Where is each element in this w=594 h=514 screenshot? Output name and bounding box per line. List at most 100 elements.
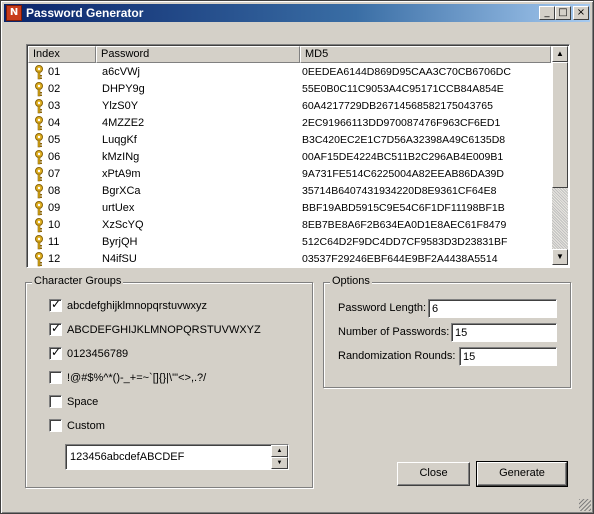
cell-password: N4ifSU <box>102 253 137 265</box>
table-row[interactable]: 01 a6cVWj 0EEDEA6144D869D95CAA3C70CB6706DC <box>28 64 551 81</box>
cell-index: 06 <box>48 151 61 163</box>
cell-password: ByrjQH <box>102 236 138 248</box>
cell-password: 4MZZE2 <box>102 117 145 129</box>
cell-md5: BBF19ABD5915C9E54C6F1DF11198BF1B <box>302 202 505 214</box>
app-logo-icon: N <box>6 5 22 21</box>
cell-md5: 8EB7BE8A6F2B634EA0D1E8AEC61F8479 <box>302 219 507 231</box>
checkbox-label: abcdefghijklmnopqrstuvwxyz <box>67 300 208 312</box>
cell-md5: 60A4217729DB26714568582175043765 <box>302 100 493 112</box>
scroll-down-button[interactable]: ▼ <box>552 249 568 265</box>
cell-password: XzScYQ <box>102 219 144 231</box>
generate-button[interactable]: Generate <box>476 461 568 487</box>
scroll-up-button[interactable]: ▲ <box>552 46 568 62</box>
table-row[interactable]: 09 urtUex BBF19ABD5915C9E54C6F1DF11198BF1B <box>28 200 551 217</box>
randomization-rounds-input[interactable]: 15 <box>459 347 557 366</box>
cell-index: 11 <box>48 236 60 248</box>
checkbox-label: Space <box>67 396 99 408</box>
checkbox-label: Custom <box>67 420 105 432</box>
column-header-md5[interactable]: MD5 <box>300 46 551 63</box>
cell-md5: 2EC91966113DD970087476F963CF6ED1 <box>302 117 501 129</box>
table-row[interactable]: 07 xPtA9m 9A731FE514C6225004A82EEAB86DA39D <box>28 166 551 183</box>
close-button[interactable]: Close <box>397 462 470 486</box>
cell-password: BgrXCa <box>102 185 141 197</box>
scroll-track[interactable] <box>552 188 568 249</box>
cell-index: 08 <box>48 185 61 197</box>
cell-password: a6cVWj <box>102 66 140 78</box>
table-row[interactable]: 03 YlzS0Y 60A4217729DB26714568582175043765 <box>28 98 551 115</box>
password-generator-window: N Password Generator _ □ × Index Passwor… <box>0 0 594 514</box>
check-mark-icon: ✓ <box>51 321 62 335</box>
cell-md5: 9A731FE514C6225004A82EEAB86DA39D <box>302 168 504 180</box>
key-icon <box>35 218 43 233</box>
cell-password: DHPY9g <box>102 83 145 95</box>
table-row[interactable]: 06 kMzINg 00AF15DE4224BC511B2C296AB4E009B1 <box>28 149 551 166</box>
spin-up-button[interactable]: ▲ <box>271 445 288 457</box>
cell-password: YlzS0Y <box>102 100 139 112</box>
maximize-button[interactable]: □ <box>555 6 571 20</box>
cell-index: 10 <box>48 219 61 231</box>
table-row[interactable]: 10 XzScYQ 8EB7BE8A6F2B634EA0D1E8AEC61F8479 <box>28 217 551 234</box>
number-of-passwords-input[interactable]: 15 <box>451 323 557 342</box>
cell-md5: 55E0B0C11C9053A4C95171CCB84A854E <box>302 83 504 95</box>
table-row[interactable]: 12 N4ifSU 03537F29246EBF644E9BF2A4438A5514 <box>28 251 551 267</box>
randomization-rounds-label: Randomization Rounds: <box>338 350 456 362</box>
table-row[interactable]: 11 ByrjQH 512C64D2F9DC4DD7CF9583D3D23831BF <box>28 234 551 251</box>
cell-md5: 512C64D2F9DC4DD7CF9583D3D23831BF <box>302 236 508 248</box>
key-icon <box>35 167 43 182</box>
key-icon <box>35 99 43 114</box>
title-bar[interactable]: N Password Generator _ □ × <box>4 4 590 22</box>
cell-index: 04 <box>48 117 61 129</box>
key-icon <box>35 82 43 97</box>
table-row[interactable]: 04 4MZZE2 2EC91966113DD970087476F963CF6ED1 <box>28 115 551 132</box>
checkbox-label: 0123456789 <box>67 348 129 360</box>
cell-password: urtUex <box>102 202 135 214</box>
character-groups-title: Character Groups <box>32 275 124 287</box>
key-icon <box>35 116 43 131</box>
cell-md5: 0EEDEA6144D869D95CAA3C70CB6706DC <box>302 66 511 78</box>
table-row[interactable]: 02 DHPY9g 55E0B0C11C9053A4C95171CCB84A854E <box>28 81 551 98</box>
resize-grip[interactable] <box>579 499 591 511</box>
cell-md5: 00AF15DE4224BC511B2C296AB4E009B1 <box>302 151 504 163</box>
key-icon <box>35 235 43 250</box>
table-vertical-scrollbar[interactable]: ▲ ▼ <box>552 46 568 265</box>
close-window-button[interactable]: × <box>573 6 589 20</box>
checkbox[interactable] <box>49 371 62 384</box>
checkbox[interactable] <box>49 395 62 408</box>
custom-spinner[interactable]: ▲ ▼ <box>271 445 288 469</box>
cell-index: 05 <box>48 134 61 146</box>
password-length-input[interactable]: 6 <box>428 299 557 318</box>
key-icon <box>35 201 43 216</box>
cell-index: 02 <box>48 83 61 95</box>
key-icon <box>35 184 43 199</box>
minimize-button[interactable]: _ <box>539 6 555 20</box>
cell-index: 01 <box>48 66 61 78</box>
spin-down-button[interactable]: ▼ <box>271 457 288 469</box>
key-icon <box>35 133 43 148</box>
checkbox[interactable] <box>49 419 62 432</box>
options-title: Options <box>330 275 372 287</box>
password-table[interactable]: Index Password MD5 01 a6cVWj 0EEDEA6144D86… <box>26 44 570 268</box>
column-header-index[interactable]: Index <box>28 46 96 63</box>
checkbox-label: ABCDEFGHIJKLMNOPQRSTUVWXYZ <box>67 324 261 336</box>
table-body: 01 a6cVWj 0EEDEA6144D869D95CAA3C70CB6706DC… <box>28 64 551 267</box>
custom-characters-input[interactable] <box>65 444 289 470</box>
checkbox[interactable]: ✓ <box>49 321 62 336</box>
cell-md5: 03537F29246EBF644E9BF2A4438A5514 <box>302 253 498 265</box>
column-header-password[interactable]: Password <box>96 46 300 63</box>
cell-password: LuqgKf <box>102 134 137 146</box>
window-title: Password Generator <box>26 6 144 20</box>
checkbox[interactable]: ✓ <box>49 297 62 312</box>
key-icon <box>35 252 43 267</box>
checkbox[interactable]: ✓ <box>49 345 62 360</box>
table-row[interactable]: 05 LuqgKf B3C420EC2E1C7D56A32398A49C6135D8 <box>28 132 551 149</box>
cell-md5: 35714B6407431934220D8E9361CF64E8 <box>302 185 497 197</box>
check-mark-icon: ✓ <box>51 297 62 311</box>
checkbox-label: !@#$%^*()-_+=~`[]{}|\"'<>,.?/ <box>67 372 207 384</box>
scroll-thumb[interactable] <box>552 62 568 188</box>
number-of-passwords-label: Number of Passwords: <box>338 326 450 338</box>
table-row[interactable]: 08 BgrXCa 35714B6407431934220D8E9361CF64E8 <box>28 183 551 200</box>
cell-md5: B3C420EC2E1C7D56A32398A49C6135D8 <box>302 134 506 146</box>
key-icon <box>35 150 43 165</box>
cell-index: 09 <box>48 202 61 214</box>
table-header: Index Password MD5 <box>28 46 551 63</box>
